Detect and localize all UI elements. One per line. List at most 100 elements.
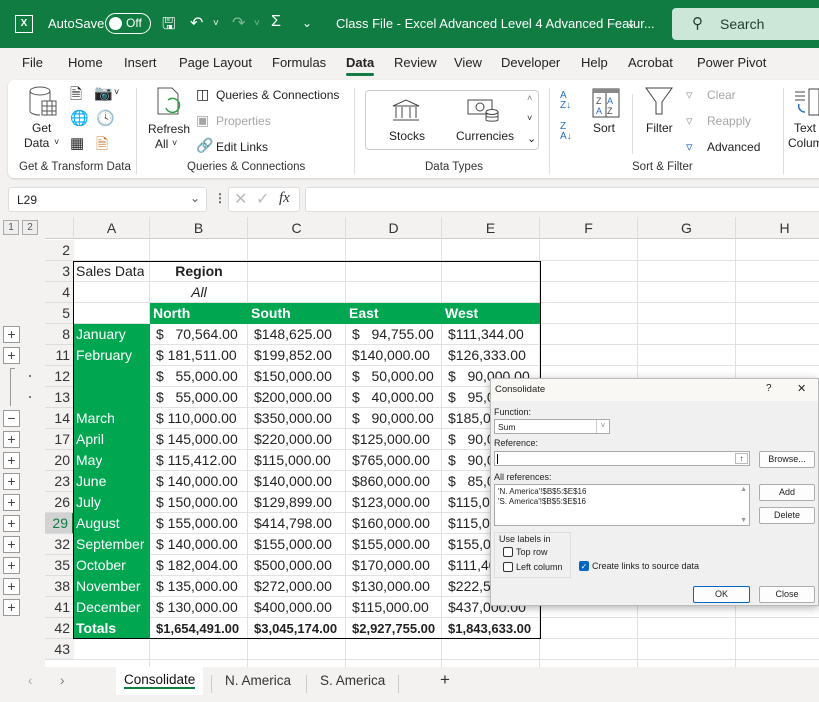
value-cell[interactable]: $125,000.00 [352, 429, 430, 450]
expand-group-button[interactable]: + [3, 326, 20, 343]
expand-group-button[interactable]: + [3, 431, 20, 448]
autosum-icon[interactable]: Σ [271, 13, 281, 31]
reference-item[interactable]: 'S. America'!$B$5:$E$16 [498, 497, 586, 506]
add-button[interactable]: Add [759, 484, 815, 501]
scroll-sheets-right-icon[interactable]: › [60, 673, 65, 688]
tab-review[interactable]: Review [394, 55, 437, 70]
value-cell[interactable]: $155,000.00 [254, 534, 332, 555]
value-cell[interactable]: $414,798.00 [254, 513, 332, 534]
sort-a-to-z-icon[interactable]: A Z↓ [560, 91, 571, 111]
tab-developer[interactable]: Developer [501, 55, 560, 70]
row-header-32[interactable]: 32 [45, 534, 74, 555]
value-cell[interactable]: $140,000.00 [352, 345, 430, 366]
redo-icon[interactable]: ↷ [232, 13, 245, 33]
row-header-23[interactable]: 23 [45, 471, 74, 492]
value-cell[interactable]: $ 110,000.00 [156, 408, 237, 429]
value-cell[interactable]: $272,000.00 [254, 576, 332, 597]
tab-formulas[interactable]: Formulas [272, 55, 326, 70]
row-header-20[interactable]: 20 [45, 450, 74, 471]
name-box[interactable]: L29 ⌄ [8, 187, 207, 212]
value-cell[interactable]: $ 50,000.00 [352, 366, 434, 387]
column-header-c[interactable]: C [248, 217, 346, 239]
row-header-13[interactable]: 13 [45, 387, 74, 408]
row-header-38[interactable]: 38 [45, 576, 74, 597]
value-cell[interactable]: $200,000.00 [254, 387, 332, 408]
total-cell[interactable]: $1,654,491.00 [156, 618, 239, 639]
collapse-group-button[interactable]: − [3, 410, 20, 427]
formula-input[interactable] [305, 187, 819, 212]
value-cell[interactable]: $ 70,564.00 [156, 324, 238, 345]
value-cell[interactable]: $111,344.00 [448, 324, 524, 345]
from-table-icon[interactable]: ▦ [70, 134, 84, 152]
region-filter-value[interactable]: All [150, 282, 248, 303]
value-cell[interactable]: $ 150,000.00 [156, 492, 238, 513]
value-cell[interactable]: $765,000.00 [352, 450, 430, 471]
value-cell[interactable]: $140,000.00 [254, 471, 332, 492]
properties-button[interactable]: Properties [216, 114, 271, 128]
undo-dropdown-icon[interactable]: ˅ [213, 18, 219, 29]
row-header-3[interactable]: 3 [45, 261, 74, 282]
existing-connections-icon[interactable]: 🗎 [96, 134, 108, 159]
value-cell[interactable]: $400,000.00 [254, 597, 332, 618]
list-scroll-down-icon[interactable]: ▼ [740, 517, 747, 524]
collapse-dialog-icon[interactable]: ↑ [735, 453, 748, 464]
from-picture-icon[interactable]: 📷 [94, 84, 113, 102]
from-text-csv-icon[interactable]: 🗎 [70, 84, 82, 109]
function-select[interactable]: Sum ˅ [494, 419, 610, 434]
value-cell[interactable]: $ 115,412.00 [156, 450, 237, 471]
value-cell[interactable]: $220,000.00 [254, 429, 332, 450]
undo-icon[interactable]: ↶ [190, 13, 203, 33]
left-column-checkbox[interactable] [503, 562, 513, 572]
value-cell[interactable]: $ 94,755.00 [352, 324, 434, 345]
value-cell[interactable]: $ 140,000.00 [156, 471, 238, 492]
column-header-a[interactable]: A [74, 217, 150, 239]
edit-links-button[interactable]: Edit Links [216, 140, 268, 154]
value-cell[interactable]: $115,000.00 [254, 450, 331, 471]
row-header-12[interactable]: 12 [45, 366, 74, 387]
redo-dropdown-icon[interactable]: ˅ [254, 18, 260, 29]
expand-group-button[interactable]: + [3, 557, 20, 574]
gallery-up-icon[interactable]: ˄ [527, 93, 532, 103]
insert-function-icon[interactable]: fx [279, 190, 290, 207]
reference-item[interactable]: 'N. America'!$B$5:$E$16 [498, 487, 586, 496]
from-picture-chevron-icon[interactable]: ˅ [114, 87, 119, 97]
recent-sources-icon[interactable]: 🕓 [96, 109, 115, 127]
tab-data[interactable]: Data [346, 55, 375, 76]
list-scroll-up-icon[interactable]: ▲ [740, 486, 747, 493]
customize-qat-icon[interactable]: ⌄ [302, 16, 312, 30]
help-button[interactable]: ? [766, 383, 772, 394]
select-all-corner[interactable] [45, 217, 74, 239]
value-cell[interactable]: $ 90,000.00 [352, 408, 434, 429]
row-header-42[interactable]: 42 [45, 618, 74, 639]
row-header-11[interactable]: 11 [45, 345, 74, 366]
expand-group-button[interactable]: + [3, 515, 20, 532]
save-icon[interactable]: 🖫 [162, 13, 176, 40]
reapply-button[interactable]: Reapply [707, 114, 751, 128]
value-cell[interactable]: $500,000.00 [254, 555, 332, 576]
gallery-down-icon[interactable]: ˅ [527, 113, 532, 123]
tab-help[interactable]: Help [581, 55, 608, 70]
column-header-g[interactable]: G [638, 217, 736, 239]
value-cell[interactable]: $350,000.00 [254, 408, 332, 429]
value-cell[interactable]: $148,625.00 [254, 324, 332, 345]
value-cell[interactable]: $ 140,000.00 [156, 534, 238, 555]
sheet-tab-s-america[interactable]: S. America [320, 673, 385, 688]
row-header-35[interactable]: 35 [45, 555, 74, 576]
value-cell[interactable]: $199,852.00 [254, 345, 332, 366]
from-web-icon[interactable]: 🌐 [70, 109, 89, 127]
value-cell[interactable]: $ 182,004.00 [156, 555, 238, 576]
tab-power-pivot[interactable]: Power Pivot [697, 55, 766, 70]
value-cell[interactable]: $130,000.00 [352, 576, 430, 597]
gallery-more-icon[interactable]: ⌄ [527, 132, 536, 145]
title-chevron-down-icon[interactable]: ⌄ [626, 16, 636, 30]
sheet-tab-consolidate[interactable]: Consolidate [116, 667, 204, 695]
search-box[interactable]: ⚲ Search [672, 8, 819, 40]
tab-view[interactable]: View [454, 55, 482, 70]
row-header-43[interactable]: 43 [45, 639, 74, 660]
column-header-b[interactable]: B [150, 217, 248, 239]
tab-home[interactable]: Home [68, 55, 103, 70]
row-header-8[interactable]: 8 [45, 324, 74, 345]
value-cell[interactable]: $ 155,000.00 [156, 513, 238, 534]
outline-level-1-button[interactable]: 1 [3, 220, 19, 235]
tab-file[interactable]: File [22, 55, 43, 70]
